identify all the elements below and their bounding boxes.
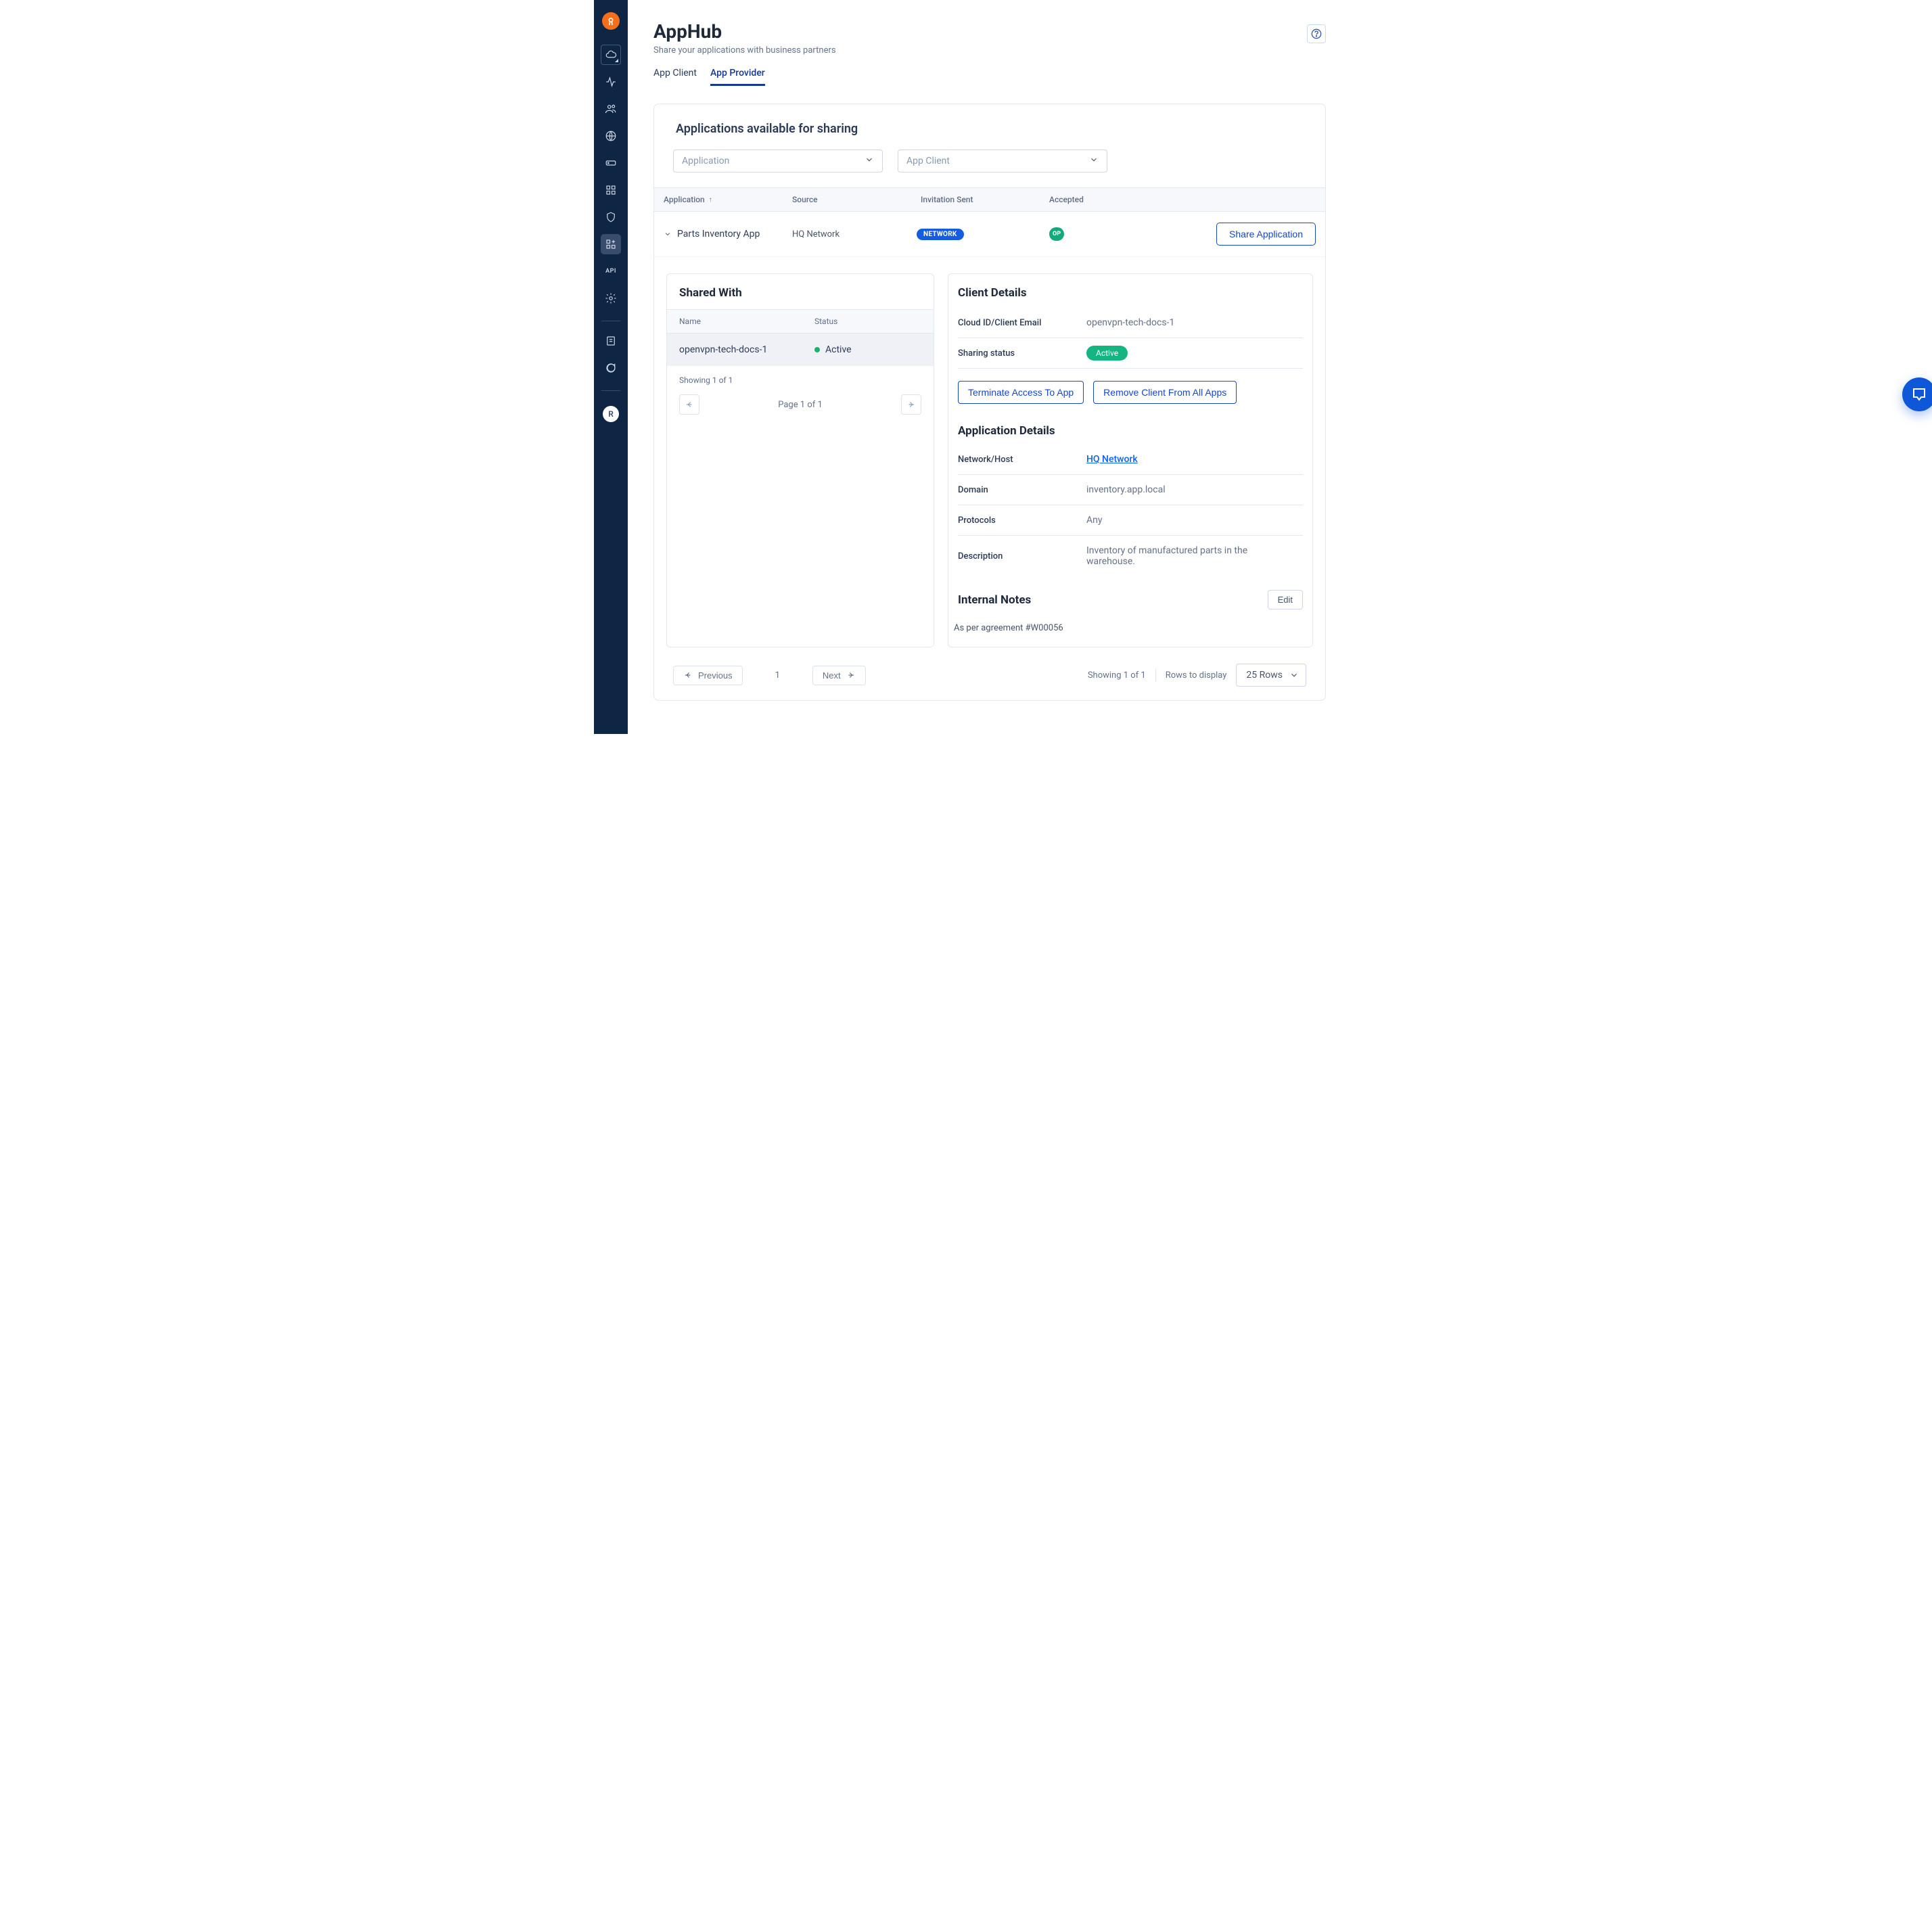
sharing-status-label: Sharing status: [958, 348, 1086, 359]
shared-prev-button[interactable]: [679, 394, 699, 415]
nav-grid-icon[interactable]: [601, 180, 621, 200]
status-dot-icon: [814, 347, 820, 352]
shared-th-status: Status: [814, 317, 837, 326]
nav-server-icon[interactable]: [601, 153, 621, 173]
nav-shield-icon[interactable]: [601, 207, 621, 227]
next-page-button[interactable]: Next: [812, 666, 866, 685]
description-label: Description: [958, 551, 1086, 561]
shared-next-button[interactable]: [901, 394, 921, 415]
shared-client-status: Active: [814, 344, 852, 355]
filter-appclient-select[interactable]: App Client: [898, 150, 1107, 172]
rows-select[interactable]: 25 Rows: [1236, 664, 1306, 687]
edit-notes-button[interactable]: Edit: [1268, 590, 1303, 610]
row-expand[interactable]: Parts Inventory App: [664, 229, 792, 239]
client-details-title: Client Details: [948, 274, 1312, 308]
shared-with-title: Shared With: [667, 274, 934, 309]
shared-page-label: Page 1 of 1: [778, 400, 823, 410]
nav-activity-icon[interactable]: [601, 72, 621, 92]
sharing-status-badge: Active: [1086, 346, 1128, 361]
domain-value: inventory.app.local: [1086, 484, 1166, 495]
protocols-label: Protocols: [958, 515, 1086, 526]
th-invitation[interactable]: Invitation Sent: [921, 195, 1049, 204]
table-row: Parts Inventory App HQ Network NETWORK O…: [654, 212, 1325, 257]
sharing-card: Applications available for sharing Appli…: [653, 104, 1326, 701]
rows-label: Rows to display: [1166, 670, 1227, 681]
table-header: Application ↑ Source Invitation Sent Acc…: [654, 187, 1325, 212]
arrow-right-icon: [846, 670, 856, 680]
help-button[interactable]: [1307, 24, 1326, 43]
avatar[interactable]: R: [603, 406, 619, 422]
description-value: Inventory of manufactured parts in the w…: [1086, 545, 1262, 567]
share-application-button[interactable]: Share Application: [1216, 223, 1316, 246]
previous-page-button[interactable]: Previous: [673, 666, 743, 685]
network-link[interactable]: HQ Network: [1086, 454, 1138, 465]
filter-appclient-placeholder: App Client: [906, 156, 950, 166]
nav-api[interactable]: API: [601, 261, 621, 281]
sort-asc-icon: ↑: [709, 196, 712, 204]
available-title: Applications available for sharing: [676, 122, 1313, 136]
tab-app-client[interactable]: App Client: [653, 68, 697, 86]
shared-with-pane: Shared With Name Status openvpn-tech-doc…: [666, 273, 934, 647]
nav-cloud[interactable]: [601, 45, 621, 65]
nav-docs-icon[interactable]: [601, 331, 621, 351]
internal-notes-title: Internal Notes: [958, 593, 1031, 607]
protocols-value: Any: [1086, 515, 1103, 526]
logo-icon: [602, 12, 620, 30]
shared-table-header: Name Status: [667, 309, 934, 334]
shared-row[interactable]: openvpn-tech-docs-1 Active: [667, 334, 934, 366]
network-label: Network/Host: [958, 455, 1086, 465]
terminate-access-button[interactable]: Terminate Access To App: [958, 381, 1084, 404]
nav-globe-icon[interactable]: [601, 126, 621, 146]
shared-th-name: Name: [679, 317, 814, 326]
arrow-left-icon: [683, 670, 693, 680]
page-title: AppHub: [653, 20, 836, 43]
chevron-down-icon: [1089, 155, 1099, 167]
chevron-down-icon: [664, 230, 672, 238]
th-source[interactable]: Source: [792, 195, 921, 204]
nav-settings-icon[interactable]: [601, 288, 621, 308]
domain-label: Domain: [958, 485, 1086, 495]
sidebar: API R: [594, 0, 628, 734]
page-subtitle: Share your applications with business pa…: [653, 45, 836, 55]
nav-apphub-icon[interactable]: [601, 234, 621, 254]
tab-app-provider[interactable]: App Provider: [710, 68, 765, 86]
tabs: App Client App Provider: [653, 68, 836, 86]
row-accepted: OP: [1049, 227, 1216, 241]
main-content: AppHub Share your applications with busi…: [628, 0, 1338, 734]
chevron-down-icon: [865, 155, 874, 167]
chat-fab-button[interactable]: [1902, 377, 1932, 411]
table-footer: Previous 1 Next Showing 1 of 1 Rows to d…: [666, 647, 1313, 687]
cloud-id-value: openvpn-tech-docs-1: [1086, 317, 1174, 328]
footer-showing: Showing 1 of 1: [1088, 670, 1146, 681]
client-details-pane: Client Details Cloud ID/Client Email ope…: [948, 273, 1313, 647]
internal-notes-body: As per agreement #W00056: [948, 615, 1312, 647]
th-application[interactable]: Application ↑: [664, 195, 792, 204]
filter-application-placeholder: Application: [682, 156, 729, 166]
remove-client-button[interactable]: Remove Client From All Apps: [1093, 381, 1237, 404]
chevron-down-icon: [1289, 670, 1299, 683]
nav-chat-icon[interactable]: [601, 358, 621, 378]
row-source-badge: NETWORK: [921, 228, 1049, 240]
th-accepted[interactable]: Accepted: [1049, 195, 1316, 204]
cloud-id-label: Cloud ID/Client Email: [958, 318, 1086, 328]
shared-showing: Showing 1 of 1: [667, 366, 934, 394]
page-index: 1: [775, 670, 780, 681]
row-source: HQ Network: [792, 229, 921, 239]
filter-application-select[interactable]: Application: [673, 150, 883, 172]
shared-client-name: openvpn-tech-docs-1: [679, 344, 814, 355]
nav-users-icon[interactable]: [601, 99, 621, 119]
application-details-title: Application Details: [948, 421, 1312, 444]
